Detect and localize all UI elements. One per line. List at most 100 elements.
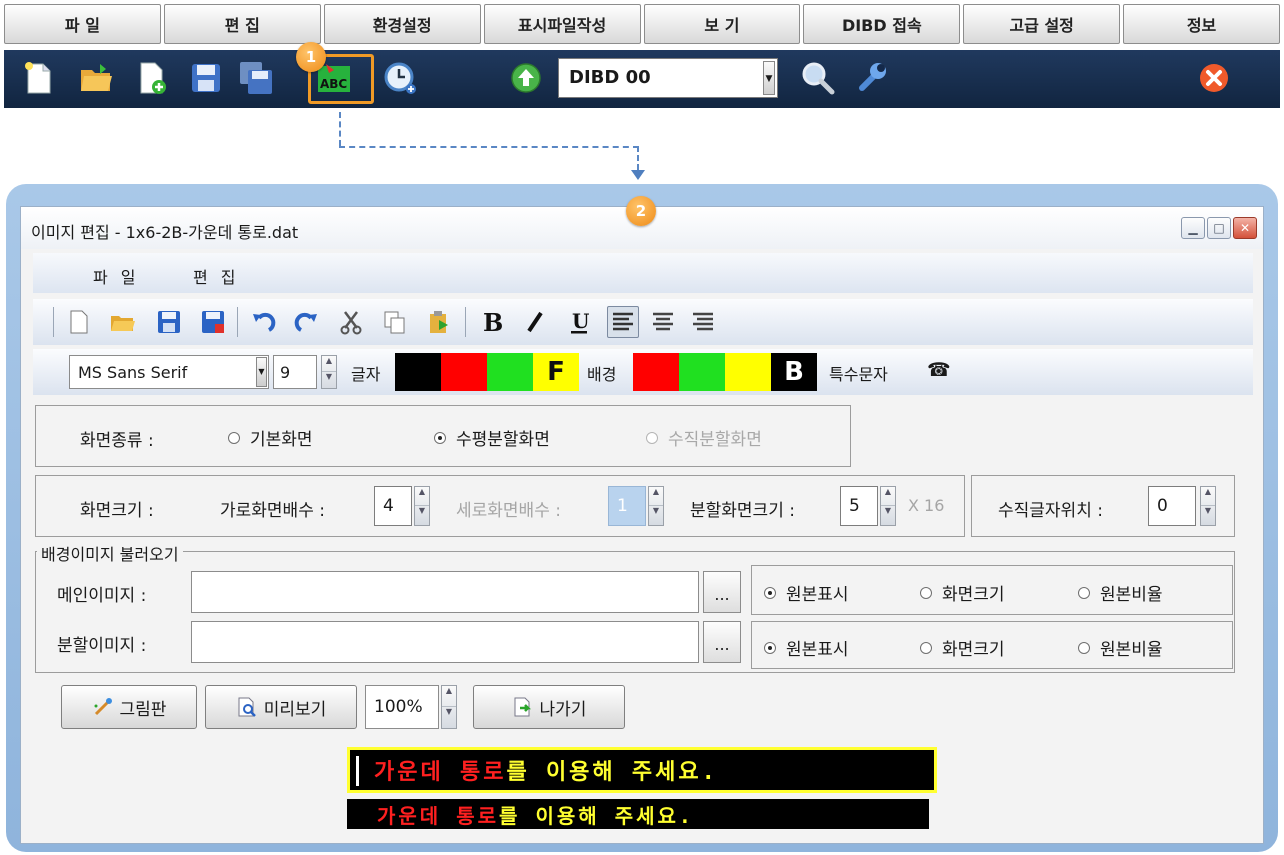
split-size-input[interactable]: 5 <box>840 486 878 526</box>
split-size-stepper[interactable]: ▲ ▼ <box>880 486 896 526</box>
align-left-icon[interactable] <box>607 306 639 338</box>
font-family-select[interactable]: MS Sans Serif ▼ <box>69 355 269 389</box>
vertical-text-position-input[interactable]: 0 <box>1148 486 1196 526</box>
chevron-down-icon[interactable]: ▼ <box>256 357 267 387</box>
menu-info[interactable]: 정보 <box>1123 4 1280 44</box>
minimize-icon[interactable]: ▁ <box>1181 217 1205 239</box>
paste-icon[interactable] <box>423 306 455 338</box>
radio-main-screen-size[interactable]: 화면크기 <box>920 580 1005 605</box>
cut-icon[interactable] <box>335 306 367 338</box>
bold-icon[interactable]: B <box>475 306 507 338</box>
menu-file[interactable]: 파 일 <box>4 4 161 44</box>
bg-color-swatch[interactable] <box>633 353 679 391</box>
split-image-browse-button[interactable]: ... <box>703 621 741 663</box>
save-icon[interactable] <box>153 306 185 338</box>
paint-button[interactable]: 그림판 <box>61 685 197 729</box>
main-image-browse-button[interactable]: ... <box>703 571 741 613</box>
text-color-swatch[interactable] <box>441 353 487 391</box>
save-all-icon[interactable] <box>236 58 276 98</box>
text-color-preview: F <box>533 353 579 391</box>
new-file-icon[interactable] <box>18 58 58 98</box>
underline-icon[interactable]: U <box>563 306 595 338</box>
zoom-stepper[interactable]: ▲ ▼ <box>441 685 457 729</box>
vertical-text-position-stepper[interactable]: ▲ ▼ <box>1200 486 1216 526</box>
preview-icon <box>238 697 256 717</box>
horizontal-multiple-stepper[interactable]: ▲ ▼ <box>414 486 430 526</box>
callout-badge-1: 1 <box>296 42 326 72</box>
font-size-input[interactable]: 9 <box>273 355 317 389</box>
device-select[interactable]: DIBD 00 ▼ <box>558 58 778 98</box>
radio-horizontal-split[interactable]: 수평분할화면 <box>434 425 550 450</box>
font-size-stepper[interactable]: ▲ ▼ <box>321 355 337 389</box>
led-text-yellow: 를 이용해 주세요. <box>499 803 694 828</box>
align-center-icon[interactable] <box>647 306 679 338</box>
menu-edit[interactable]: 편 집 <box>163 4 321 44</box>
svg-text:B: B <box>483 308 503 336</box>
text-color-swatch[interactable] <box>395 353 441 391</box>
schedule-clock-icon[interactable] <box>380 58 420 98</box>
new-document-add-icon[interactable] <box>132 58 172 98</box>
device-select-value: DIBD 00 <box>569 67 651 88</box>
split-image-label: 분할이미지 : <box>57 636 147 656</box>
redo-icon[interactable] <box>291 306 323 338</box>
radio-main-original-ratio[interactable]: 원본비율 <box>1078 580 1163 605</box>
radio-main-original[interactable]: 원본표시 <box>764 580 849 605</box>
horizontal-multiple-input[interactable]: 4 <box>374 486 412 526</box>
radio-split-screen-size[interactable]: 화면크기 <box>920 635 1005 660</box>
screen-type-label: 화면종류 : <box>80 431 154 451</box>
dialog-title: 이미지 편집 - 1x6-2B-가운데 통로.dat <box>31 223 299 242</box>
chevron-down-icon[interactable]: ▼ <box>763 61 775 95</box>
connector-line <box>339 146 639 148</box>
window-controls: ▁ □ ✕ <box>1181 217 1257 239</box>
special-char-label: 특수문자 <box>829 365 888 384</box>
align-right-icon[interactable] <box>687 306 719 338</box>
bg-color-swatch[interactable] <box>679 353 725 391</box>
connector-arrow-icon <box>631 170 645 180</box>
dialog-menu-edit[interactable]: 편 집 <box>193 264 240 288</box>
copy-icon[interactable] <box>379 306 411 338</box>
open-icon[interactable] <box>107 306 139 338</box>
search-icon[interactable] <box>798 58 838 98</box>
maximize-icon[interactable]: □ <box>1207 217 1231 239</box>
main-image-input[interactable] <box>191 571 699 613</box>
menu-view[interactable]: 보 기 <box>643 4 801 44</box>
telephone-icon[interactable]: ☎ <box>927 359 951 381</box>
screen-size-panel: 화면크기 : 가로화면배수 : 4 ▲ ▼ 세로화면배수 : 1 ▲ ▼ 분할화면크… <box>35 475 965 537</box>
wrench-settings-icon[interactable] <box>852 58 892 98</box>
open-folder-icon[interactable] <box>76 58 116 98</box>
vertical-text-position-label: 수직글자위치 : <box>998 501 1103 521</box>
bg-color-preview: B <box>771 353 817 391</box>
undo-icon[interactable] <box>247 306 279 338</box>
upload-arrow-icon[interactable] <box>506 58 546 98</box>
zoom-input[interactable]: 100% <box>365 685 439 729</box>
main-menubar: 파 일 편 집 환경설정 표시파일작성 보 기 DIBD 접속 고급 설정 정보 <box>4 4 1280 44</box>
close-app-icon[interactable] <box>1194 58 1234 98</box>
led-preview-main: 가운데 통로 를 이용해 주세요. <box>347 747 937 793</box>
bg-color-label: 배경 <box>587 365 617 384</box>
screen-type-panel: 화면종류 : 기본화면 수평분할화면 수직분할화면 <box>35 405 851 467</box>
menu-advanced[interactable]: 고급 설정 <box>963 4 1121 44</box>
menu-preferences[interactable]: 환경설정 <box>323 4 481 44</box>
radio-split-original[interactable]: 원본표시 <box>764 635 849 660</box>
dialog-menu-file[interactable]: 파 일 <box>93 264 140 288</box>
exit-button[interactable]: 나가기 <box>473 685 625 729</box>
paint-brush-icon <box>94 698 112 716</box>
radio-basic-screen[interactable]: 기본화면 <box>228 425 313 450</box>
split-image-mode-group: 원본표시 화면크기 원본비율 <box>751 621 1233 669</box>
new-icon[interactable] <box>63 306 95 338</box>
text-color-swatch[interactable] <box>487 353 533 391</box>
preview-button[interactable]: 미리보기 <box>205 685 357 729</box>
bg-color-swatch[interactable] <box>725 353 771 391</box>
save-icon[interactable] <box>186 58 226 98</box>
italic-icon[interactable] <box>519 306 551 338</box>
radio-split-original-ratio[interactable]: 원본비율 <box>1078 635 1163 660</box>
menu-create-display-file[interactable]: 표시파일작성 <box>483 4 641 44</box>
menu-dibd-connect[interactable]: DIBD 접속 <box>803 4 961 44</box>
text-color-label: 글자 <box>351 365 381 384</box>
led-text-red: 가운데 통로 <box>374 760 507 785</box>
save-as-icon[interactable] <box>197 306 229 338</box>
horizontal-multiple-label: 가로화면배수 : <box>220 501 325 521</box>
close-icon[interactable]: ✕ <box>1233 217 1257 239</box>
split-size-label: 분할화면크기 : <box>690 501 795 521</box>
split-image-input[interactable] <box>191 621 699 663</box>
